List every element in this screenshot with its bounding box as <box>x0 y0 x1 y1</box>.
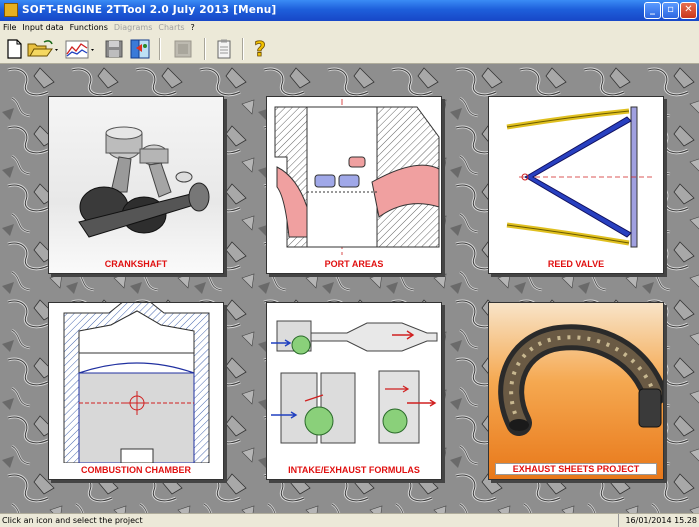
menu-bar: File Input data Functions Diagrams Charts? <box>0 21 699 34</box>
menu-help[interactable]: ? <box>188 21 198 34</box>
intake-exhaust-illustration <box>271 320 438 444</box>
tile-caption-combustion-chamber: COMBUSTION CHAMBER <box>81 465 191 475</box>
help-icon[interactable]: ? <box>250 38 270 60</box>
tile-caption-crankshaft: CRANKSHAFT <box>104 259 168 269</box>
exit-icon[interactable] <box>128 38 152 60</box>
maximize-button[interactable]: ▫ <box>662 2 679 19</box>
toolbar-separator <box>204 38 206 60</box>
reed-valve-tile[interactable]: REED VALVE <box>488 96 664 274</box>
menu-charts: Charts <box>158 23 185 32</box>
port-areas-illustration <box>274 99 440 255</box>
new-file-icon[interactable] <box>4 38 24 60</box>
exhaust-pipe-illustration <box>498 324 663 436</box>
window-title: SOFT-ENGINE 2TTool 2.0 July 2013 [Menu] <box>22 4 277 16</box>
combustion-chamber-tile[interactable]: COMBUSTION CHAMBER <box>48 302 224 480</box>
minimize-button[interactable]: _ <box>644 2 661 19</box>
clipboard-icon[interactable] <box>214 38 234 60</box>
svg-text:?: ? <box>254 38 266 60</box>
toolbar-separator <box>242 38 244 60</box>
status-message: Click an icon and select the project <box>2 516 143 525</box>
port-areas-tile[interactable]: PORT AREAS <box>266 96 442 274</box>
combustion-chamber-illustration <box>63 303 210 463</box>
intake-exhaust-tile[interactable]: INTAKE/EXHAUST FORMULAS <box>266 302 442 480</box>
menu-diagrams: Diagrams <box>113 23 153 32</box>
status-bar: Click an icon and select the project 16/… <box>0 513 699 527</box>
toolbar: ? <box>0 34 699 64</box>
crankshaft-illustration <box>78 126 210 238</box>
exhaust-sheets-tile[interactable]: EXHAUST SHEETS PROJECT <box>488 302 664 480</box>
project-menu-canvas: CRANKSHAFT PORT AREAS REED VALVE COMBUST… <box>0 64 699 513</box>
open-folder-icon[interactable] <box>26 38 60 60</box>
disabled-icon <box>174 40 192 58</box>
crankshaft-tile[interactable]: CRANKSHAFT <box>48 96 224 274</box>
tile-caption-reed-valve: REED VALVE <box>547 259 605 269</box>
menu-input-data[interactable]: Input data <box>19 21 66 34</box>
toolbar-separator <box>159 38 161 60</box>
menu-functions[interactable]: Functions <box>67 21 111 34</box>
save-disk-icon[interactable] <box>104 38 124 60</box>
reed-valve-illustration <box>506 106 654 248</box>
tile-caption-exhaust-sheets: EXHAUST SHEETS PROJECT <box>495 463 657 475</box>
menu-file[interactable]: File <box>0 21 19 34</box>
tile-caption-intake-exhaust: INTAKE/EXHAUST FORMULAS <box>288 465 420 475</box>
tile-caption-port-areas: PORT AREAS <box>324 259 384 269</box>
chart-icon[interactable] <box>64 38 98 60</box>
close-button[interactable]: ✕ <box>680 2 697 19</box>
app-icon <box>4 3 18 17</box>
title-bar: SOFT-ENGINE 2TTool 2.0 July 2013 [Menu] … <box>0 0 699 21</box>
status-datetime: 16/01/2014 15.28 <box>618 514 697 527</box>
